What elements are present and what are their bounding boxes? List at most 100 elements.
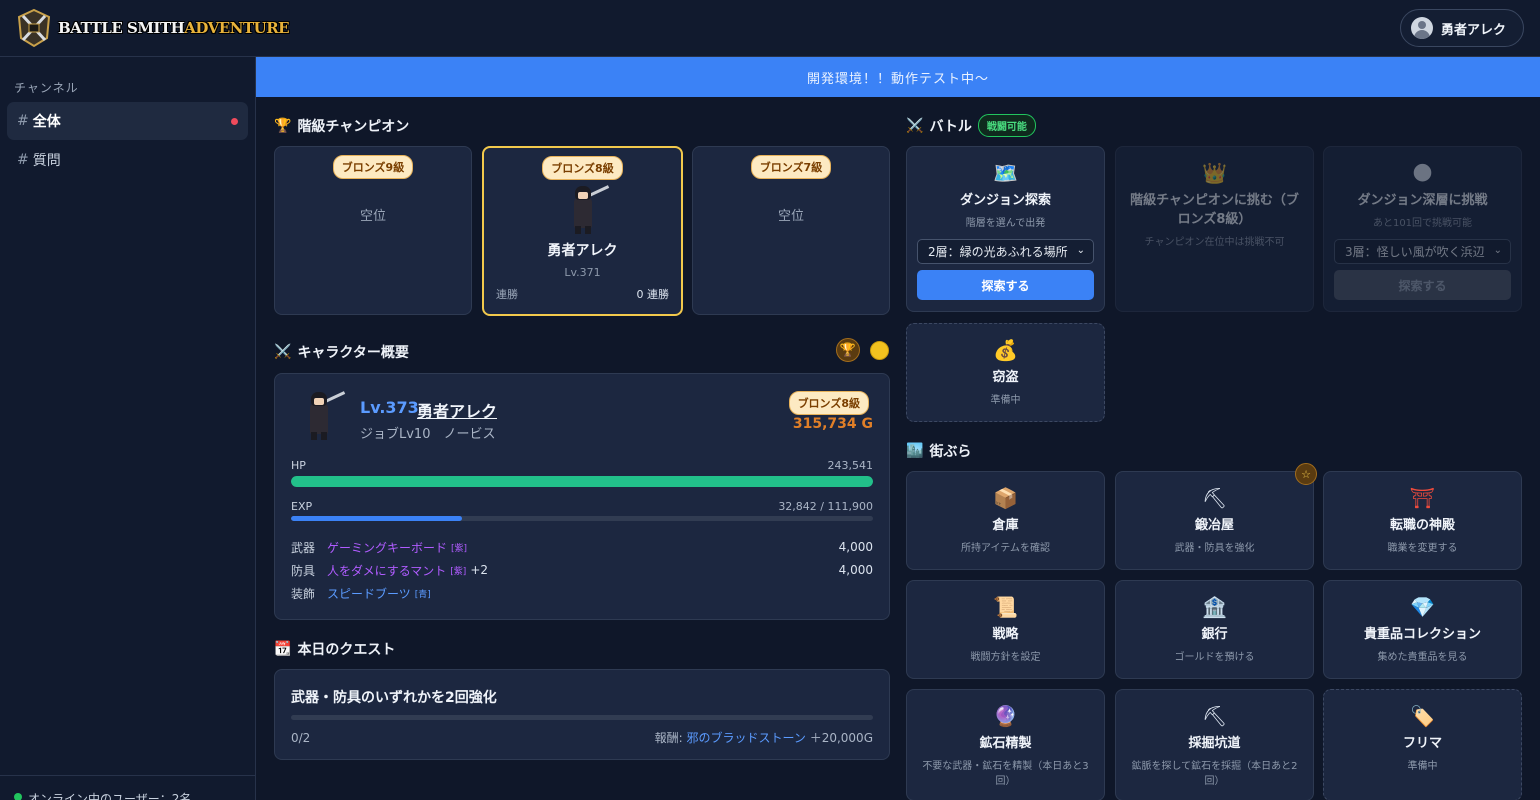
exp-bar xyxy=(291,516,873,521)
chevron-down-icon: ⌄ xyxy=(1493,245,1502,256)
champion-slot-2[interactable]: ブロンズ8級 勇者アレク Lv.371 連勝 0 連勝 xyxy=(482,146,683,316)
quest-reward: 報酬: 邪のブラッドストーン ＋20,000G xyxy=(655,729,873,746)
tile-title: 階級チャンピオンに挑む（ブロンズ8級） xyxy=(1130,193,1299,227)
champion-level: Lv.371 xyxy=(564,266,601,279)
hp-bar xyxy=(291,476,873,487)
tile-title: 窃盗 xyxy=(992,370,1019,385)
dev-banner: 開発環境！！動作テスト中〜 xyxy=(256,57,1540,97)
hp-bar-fill xyxy=(291,476,873,487)
mining-card[interactable]: ⛏ 採掘坑道 鉱脈を探して鉱石を採掘（本日あと2回） xyxy=(1115,689,1314,800)
top-bar: BATTLE SMITHADVENTURE 勇者アレク xyxy=(0,0,1540,57)
star-icon: ☆ xyxy=(1295,463,1317,485)
exp-value: 32,842 / 111,900 xyxy=(778,500,873,513)
bank-card[interactable]: 🏦 銀行 ゴールドを預ける xyxy=(1115,580,1314,679)
hp-label: HP xyxy=(291,459,306,472)
champions-title: 階級チャンピオン xyxy=(297,119,410,135)
online-users-text: オンライン中のユーザー：2名 xyxy=(28,792,192,800)
quest-progress-bar xyxy=(291,715,873,720)
tile-subtitle: 職業を変更する xyxy=(1387,543,1458,554)
streak-label: 連勝 xyxy=(496,288,518,301)
ore-refine-card[interactable]: 🔮 鉱石精製 不要な武器・鉱石を精製（本日あと3回） xyxy=(906,689,1105,800)
vacant-label: 空位 xyxy=(777,209,804,224)
tile-subtitle: 武器・防具を強化 xyxy=(1174,543,1255,554)
town-heading: 🏙️ 街ぶら xyxy=(906,441,971,461)
theft-card[interactable]: 💰 窃盗 準備中 xyxy=(906,323,1105,422)
channel-heading: チャンネル xyxy=(14,81,79,95)
reward-gold: ＋20,000G xyxy=(809,731,873,745)
money-bag-icon: 💰 xyxy=(993,338,1018,362)
valuables-card[interactable]: 💎 貴重品コレクション 集めた貴重品を見る xyxy=(1323,580,1522,679)
character-name-link[interactable]: 勇者アレク xyxy=(417,398,497,422)
town-title: 街ぶら xyxy=(929,444,972,460)
logo-emblem-icon xyxy=(16,8,52,48)
blacksmith-card[interactable]: ⛏ 鍛冶屋 武器・防具を強化 ☆ xyxy=(1115,463,1317,570)
logo-text: BATTLE SMITHADVENTURE xyxy=(58,19,290,37)
tile-title: ダンジョン深層に挑戦 xyxy=(1357,193,1488,208)
equip-rarity: [青] xyxy=(414,589,431,600)
unread-dot xyxy=(231,118,238,125)
equip-item-link[interactable]: 人をダメにするマント xyxy=(327,562,446,579)
chevron-down-icon: ⌄ xyxy=(1076,245,1085,256)
crossed-swords-icon: ⚔️ xyxy=(274,344,292,360)
user-avatar-icon xyxy=(1411,17,1433,39)
user-menu-button[interactable]: 勇者アレク xyxy=(1400,9,1524,47)
tile-subtitle: 準備中 xyxy=(1407,761,1438,772)
equip-item-link[interactable]: ゲーミングキーボード xyxy=(327,539,447,556)
streak-value: 0 連勝 xyxy=(636,288,670,301)
quest-title: 本日のクエスト xyxy=(297,642,396,658)
bank-icon: 🏦 xyxy=(1202,595,1227,619)
equip-item-link[interactable]: スピードブーツ xyxy=(327,585,411,602)
online-dot-icon xyxy=(14,793,22,800)
quest-card: 武器・防具のいずれかを2回強化 0/2 報酬: 邪のブラッドストーン ＋20,0… xyxy=(274,669,890,760)
equip-row-weapon: 武器 ゲーミングキーボード [紫] 4,000 xyxy=(291,537,873,557)
tile-subtitle: 準備中 xyxy=(990,395,1021,406)
channel-questions[interactable]: # 質問 xyxy=(7,141,248,179)
coin-icon[interactable] xyxy=(870,341,889,360)
equip-row-accessory: 装飾 スピードブーツ [青] xyxy=(291,583,873,603)
channel-general[interactable]: # 全体 xyxy=(7,102,248,140)
trophy-icon[interactable]: 🏆 xyxy=(836,338,860,362)
champions-heading: 🏆 階級チャンピオン xyxy=(274,116,409,136)
pickaxe-icon: ⛏ xyxy=(1201,486,1228,510)
champion-slot-3[interactable]: ブロンズ7級 空位 xyxy=(692,146,890,315)
deep-explore-button[interactable]: 探索する xyxy=(1334,270,1511,300)
champion-avatar xyxy=(561,184,609,234)
rank-badge: ブロンズ9級 xyxy=(332,155,414,179)
equip-plus: +2 xyxy=(470,563,489,577)
champion-challenge-card[interactable]: 👑 階級チャンピオンに挑む（ブロンズ8級） チャンピオン在位中は挑戦不可 xyxy=(1115,146,1314,312)
floor-select[interactable]: 2層：緑の光あふれる場所 ⌄ xyxy=(917,239,1094,264)
user-name: 勇者アレク xyxy=(1441,22,1507,38)
equip-slot: 防具 xyxy=(291,563,316,578)
champion-slot-1[interactable]: ブロンズ9級 空位 xyxy=(274,146,472,315)
pick-icon: ⛏ xyxy=(1201,704,1228,728)
deep-floor-select[interactable]: 3層：怪しい風が吹く浜辺 ⌄ xyxy=(1334,239,1511,264)
reward-label: 報酬: xyxy=(654,731,683,745)
character-avatar xyxy=(297,390,347,446)
trophy-icon: 🏆 xyxy=(274,118,292,134)
equip-value: 4,000 xyxy=(838,540,873,554)
tile-title: 鉱石精製 xyxy=(979,736,1032,751)
job-temple-card[interactable]: ⛩ 転職の神殿 職業を変更する xyxy=(1323,471,1522,570)
reward-item-link[interactable]: 邪のブラッドストーン xyxy=(686,731,805,745)
equip-row-armor: 防具 人をダメにするマント [紫] +2 4,000 xyxy=(291,560,873,580)
hash-icon: # xyxy=(17,152,29,168)
vacant-label: 空位 xyxy=(359,209,386,224)
tile-subtitle: 所持アイテムを確認 xyxy=(961,543,1050,554)
tile-title: フリマ xyxy=(1402,736,1442,751)
flea-market-card[interactable]: 🏷️ フリマ 準備中 xyxy=(1323,689,1522,800)
strategy-card[interactable]: 📜 戦略 戦闘方針を設定 xyxy=(906,580,1105,679)
tile-title: 鍛冶屋 xyxy=(1194,518,1234,533)
hp-value: 243,541 xyxy=(827,459,874,472)
app-logo[interactable]: BATTLE SMITHADVENTURE xyxy=(16,8,290,48)
job-info: ジョブLv10 ノービス xyxy=(360,427,496,442)
character-title: キャラクター概要 xyxy=(297,345,409,361)
tile-title: 銀行 xyxy=(1201,627,1228,642)
explore-button[interactable]: 探索する xyxy=(917,270,1094,300)
tile-title: 転職の神殿 xyxy=(1389,518,1455,533)
dungeon-explore-card: 🗺️ ダンジョン探索 階層を選んで出発 2層：緑の光あふれる場所 ⌄ 探索する xyxy=(906,146,1105,312)
warehouse-card[interactable]: 📦 倉庫 所持アイテムを確認 xyxy=(906,471,1105,570)
sidebar: チャンネル # 全体 # 質問 オンライン中のユーザー：2名 xyxy=(0,57,256,800)
calendar-icon: 📆 xyxy=(274,641,292,657)
shrine-icon: ⛩ xyxy=(1409,486,1436,510)
equip-value: 4,000 xyxy=(838,563,873,577)
